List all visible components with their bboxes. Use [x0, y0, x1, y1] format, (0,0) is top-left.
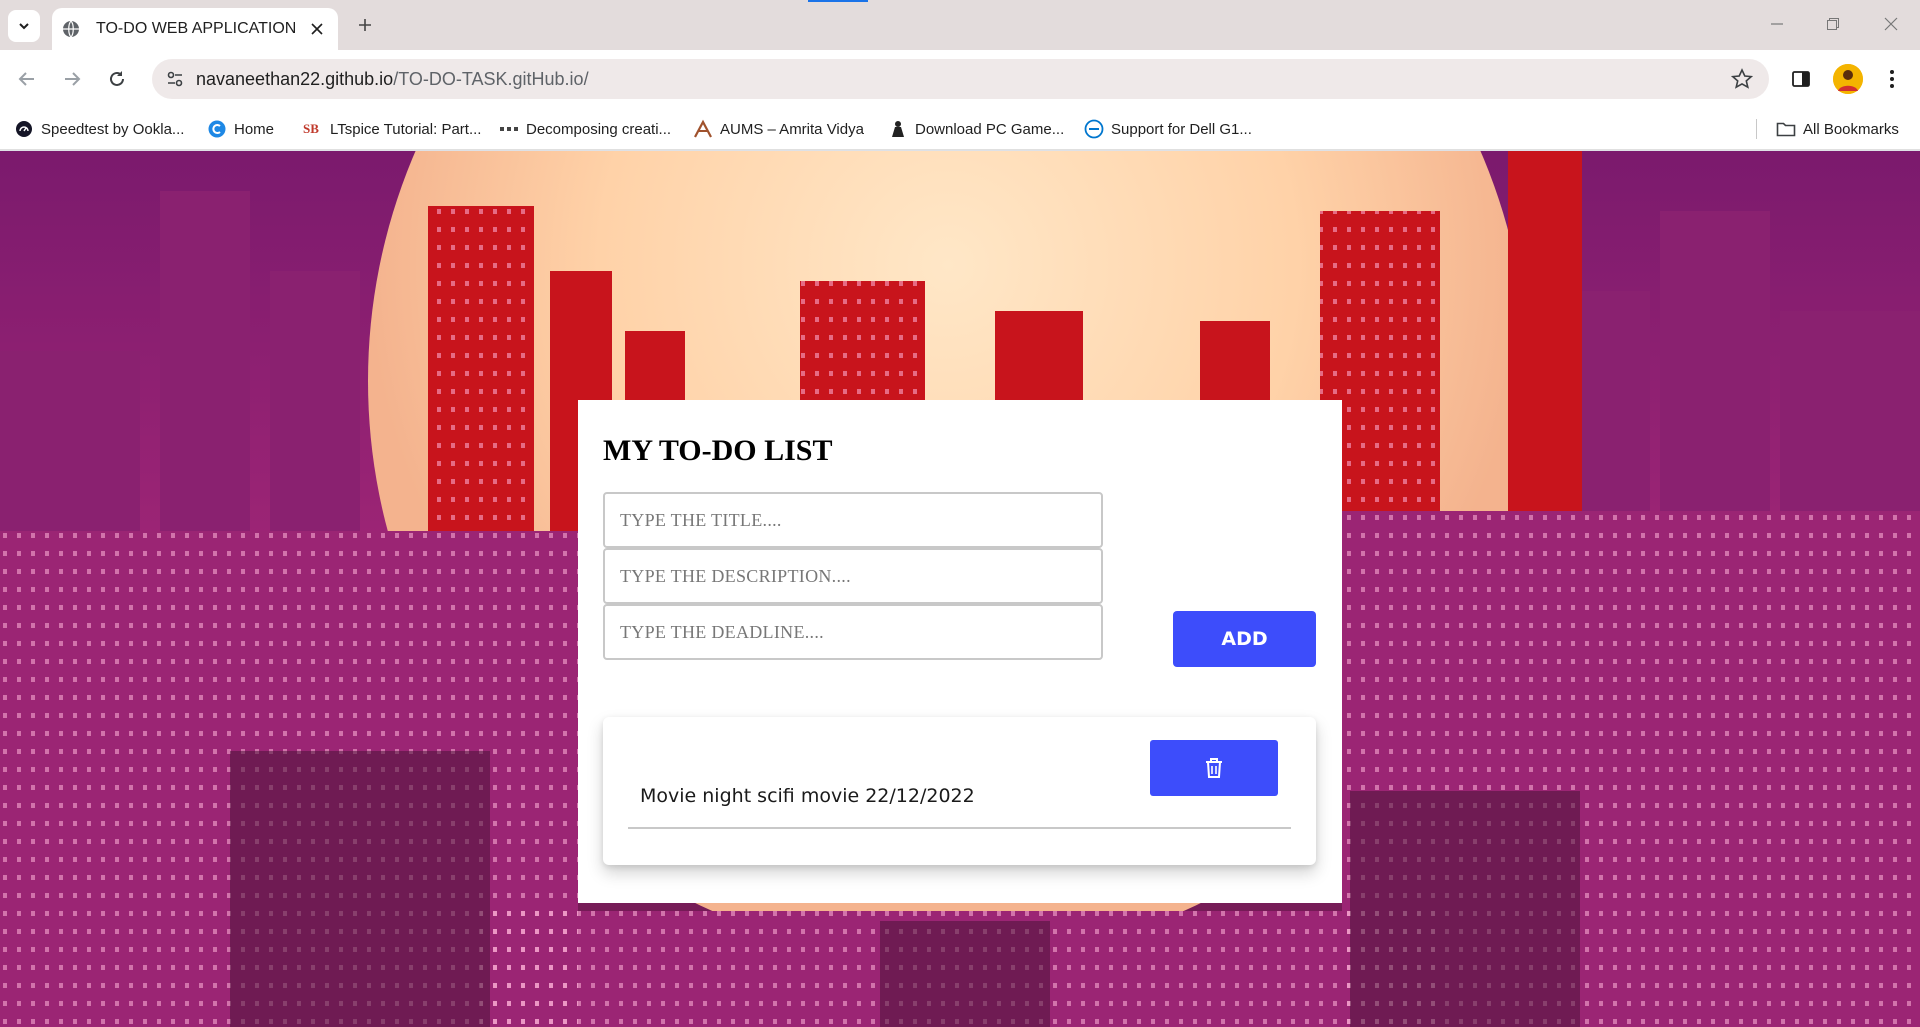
bookmark-speedtest[interactable]: Speedtest by Ookla...: [14, 116, 184, 142]
minimize-button[interactable]: [1760, 10, 1794, 38]
title-input[interactable]: [603, 492, 1103, 548]
bookmark-label: AUMS – Amrita Vidya: [720, 120, 864, 138]
page-title: MY TO-DO LIST: [603, 434, 833, 467]
active-tab[interactable]: TO-DO WEB APPLICATION: [52, 8, 338, 50]
new-tab-button[interactable]: [352, 12, 378, 38]
bookmark-label: Decomposing creati...: [526, 120, 672, 138]
bookmark-decomposing[interactable]: Decomposing creati...: [499, 116, 671, 142]
close-icon: [1884, 17, 1898, 31]
speedtest-icon: [14, 119, 34, 139]
delete-task-button[interactable]: [1150, 740, 1278, 796]
arrow-left-icon: [18, 72, 34, 86]
bookmark-ltspice[interactable]: SB LTspice Tutorial: Part...: [299, 116, 481, 142]
bookmark-download-game[interactable]: Download PC Game...: [888, 116, 1064, 142]
bookmark-home[interactable]: Home: [207, 116, 274, 142]
bookmark-label: LTspice Tutorial: Part...: [330, 120, 482, 138]
folder-icon: [1776, 119, 1796, 139]
profile-avatar[interactable]: [1833, 64, 1863, 94]
back-button[interactable]: [12, 64, 42, 94]
dots-icon: [499, 119, 519, 139]
sb-logo-icon: SB: [303, 121, 319, 136]
close-window-button[interactable]: [1874, 10, 1908, 38]
bookmark-aums[interactable]: AUMS – Amrita Vidya: [693, 116, 864, 142]
aums-icon: [693, 119, 713, 139]
bookmarks-separator: [1756, 119, 1757, 139]
browser-toolbar: navaneethan22.github.io/TO-DO-TASK.gitHu…: [0, 50, 1920, 108]
kebab-menu-icon: [1890, 70, 1894, 88]
side-panel-icon: [1792, 71, 1810, 87]
minimize-icon: [1771, 23, 1783, 25]
reload-icon: [110, 71, 124, 86]
tab-title: TO-DO WEB APPLICATION: [96, 20, 297, 37]
reload-button[interactable]: [102, 64, 132, 94]
bookmarks-bar: Speedtest by Ookla... Home SB LTspice Tu…: [0, 108, 1920, 150]
avatar-icon: [1833, 64, 1863, 94]
game-icon: [888, 119, 908, 139]
bookmark-star-icon[interactable]: [1731, 68, 1753, 90]
task-divider: [628, 827, 1291, 829]
restore-button[interactable]: [1816, 10, 1850, 38]
task-list: Movie night scifi movie 22/12/2022: [603, 717, 1316, 865]
todo-card: MY TO-DO LIST ADD Movie night scifi movi…: [578, 400, 1342, 903]
all-bookmarks-label: All Bookmarks: [1803, 120, 1899, 138]
url-text: navaneethan22.github.io/TO-DO-TASK.gitHu…: [196, 69, 589, 90]
menu-button[interactable]: [1877, 64, 1907, 94]
deadline-input[interactable]: [603, 604, 1103, 660]
tab-scroll-indicator: [808, 0, 868, 2]
arrow-right-icon: [65, 72, 81, 86]
trash-icon: [1206, 758, 1222, 778]
globe-icon: [63, 20, 79, 38]
bookmark-label: Speedtest by Ookla...: [41, 120, 185, 138]
all-bookmarks-button[interactable]: All Bookmarks: [1776, 116, 1899, 142]
forward-button[interactable]: [57, 64, 87, 94]
restore-icon: [1827, 18, 1839, 30]
tab-strip: TO-DO WEB APPLICATION: [0, 0, 1920, 50]
home-favicon: [207, 119, 227, 139]
bookmark-label: Support for Dell G1...: [1111, 120, 1252, 138]
page-viewport: MY TO-DO LIST ADD Movie night scifi movi…: [0, 151, 1920, 1027]
tab-search-button[interactable]: [8, 10, 40, 42]
address-bar[interactable]: navaneethan22.github.io/TO-DO-TASK.gitHu…: [152, 59, 1769, 99]
bookmark-label: Home: [234, 120, 275, 138]
url-host: navaneethan22.github.io: [196, 69, 394, 89]
side-panel-button[interactable]: [1786, 64, 1816, 94]
chevron-down-icon: [19, 23, 29, 30]
description-input[interactable]: [603, 548, 1103, 604]
url-path: /TO-DO-TASK.gitHub.io/: [393, 69, 589, 89]
site-settings-icon[interactable]: [162, 66, 188, 92]
dell-icon: [1084, 119, 1104, 139]
plus-icon: [359, 19, 371, 31]
bookmark-dell-support[interactable]: Support for Dell G1...: [1084, 116, 1252, 142]
task-item-text: Movie night scifi movie 22/12/2022: [640, 785, 975, 807]
bookmark-label: Download PC Game...: [915, 120, 1065, 138]
close-tab-icon[interactable]: [306, 18, 328, 40]
add-button[interactable]: ADD: [1173, 611, 1316, 667]
